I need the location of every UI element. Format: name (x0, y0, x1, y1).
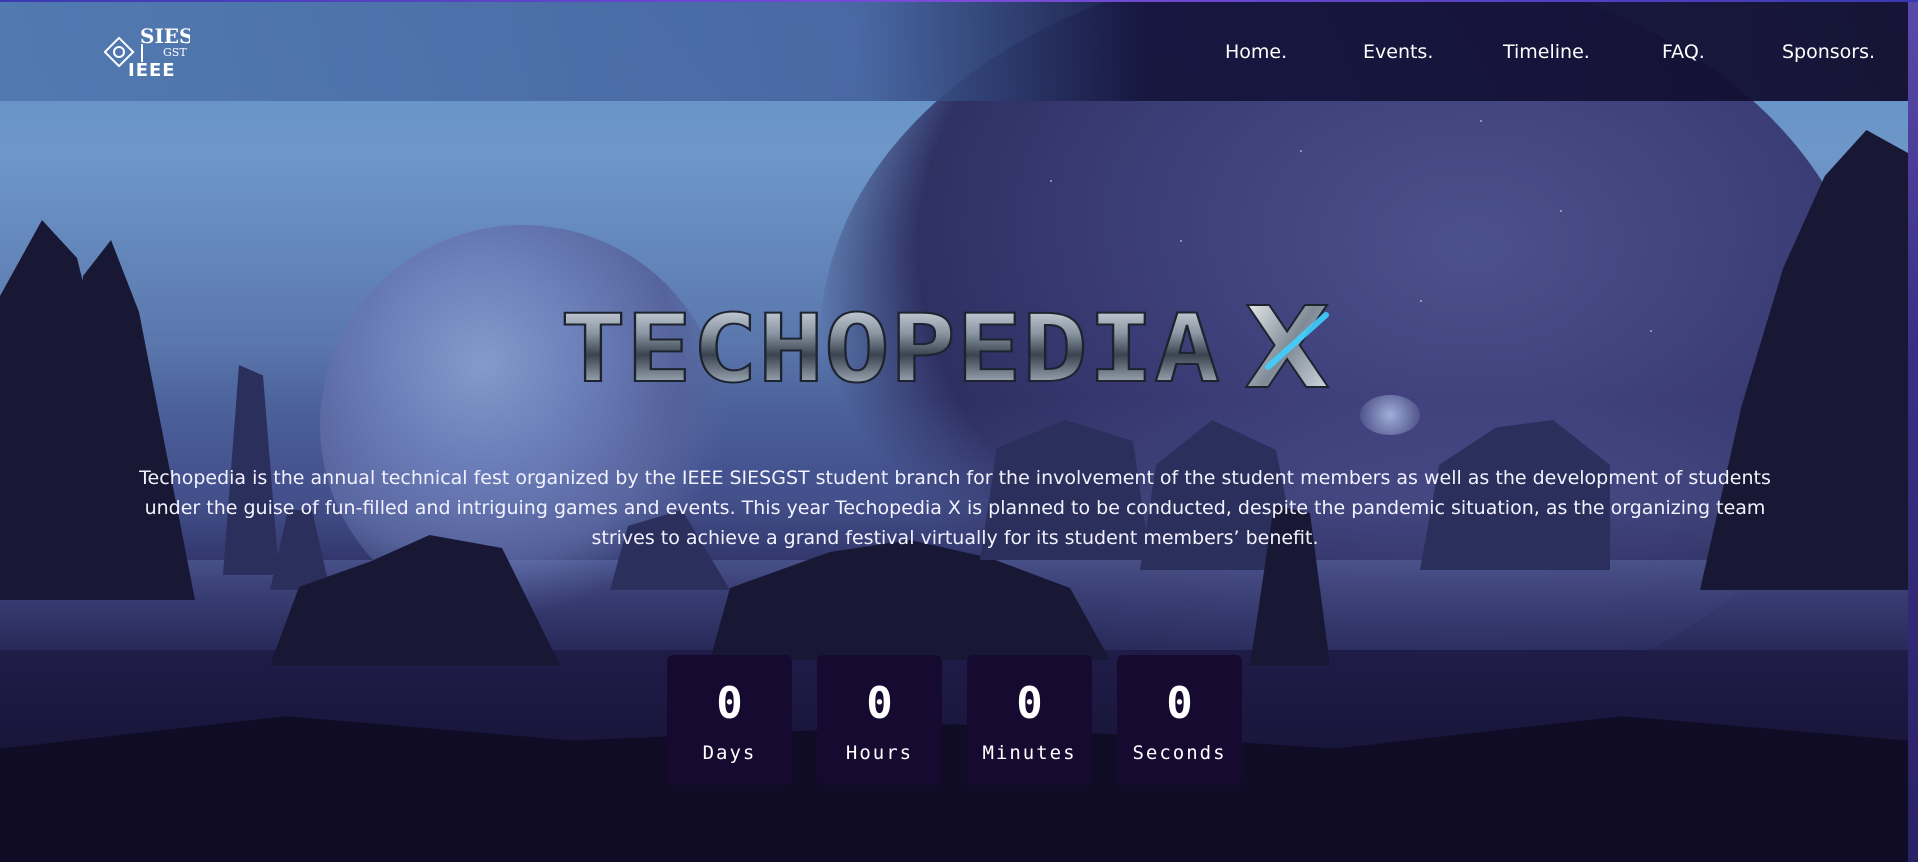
countdown-label: Seconds (1132, 742, 1227, 764)
nav-home[interactable]: Home. (1225, 41, 1287, 63)
svg-text:IEEE: IEEE (128, 60, 176, 81)
countdown-value: 0 (1166, 678, 1193, 729)
ieee-sies-logo[interactable]: SIES GST IEEE (103, 24, 194, 82)
fest-description: Techopedia is the annual technical fest … (139, 467, 1771, 549)
countdown-hours: 0 Hours (817, 655, 942, 785)
hero-background (0, 0, 1908, 862)
techopedia-x-title: TECHOPEDIA X (556, 283, 1356, 415)
countdown-value: 0 (716, 678, 743, 729)
nav-timeline[interactable]: Timeline. (1503, 41, 1590, 63)
countdown-label: Hours (845, 742, 914, 764)
svg-text:GST: GST (163, 46, 187, 59)
countdown-label: Days (702, 742, 757, 764)
nav-faq[interactable]: FAQ. (1662, 41, 1705, 63)
nav-sponsors[interactable]: Sponsors. (1782, 41, 1875, 63)
countdown-value: 0 (866, 678, 893, 729)
countdown-minutes: 0 Minutes (967, 655, 1092, 785)
countdown-seconds: 0 Seconds (1117, 655, 1242, 785)
countdown-label: Minutes (982, 742, 1077, 764)
title-x-mark: X (1244, 295, 1330, 395)
title-text: TECHOPEDIA (560, 295, 1220, 395)
site-header: SIES GST IEEE Home. Events. Timeline. FA… (0, 0, 1908, 101)
svg-text:SIES: SIES (140, 26, 190, 48)
countdown-days: 0 Days (667, 655, 792, 785)
nav-events[interactable]: Events. (1363, 41, 1433, 63)
countdown-value: 0 (1016, 678, 1043, 729)
